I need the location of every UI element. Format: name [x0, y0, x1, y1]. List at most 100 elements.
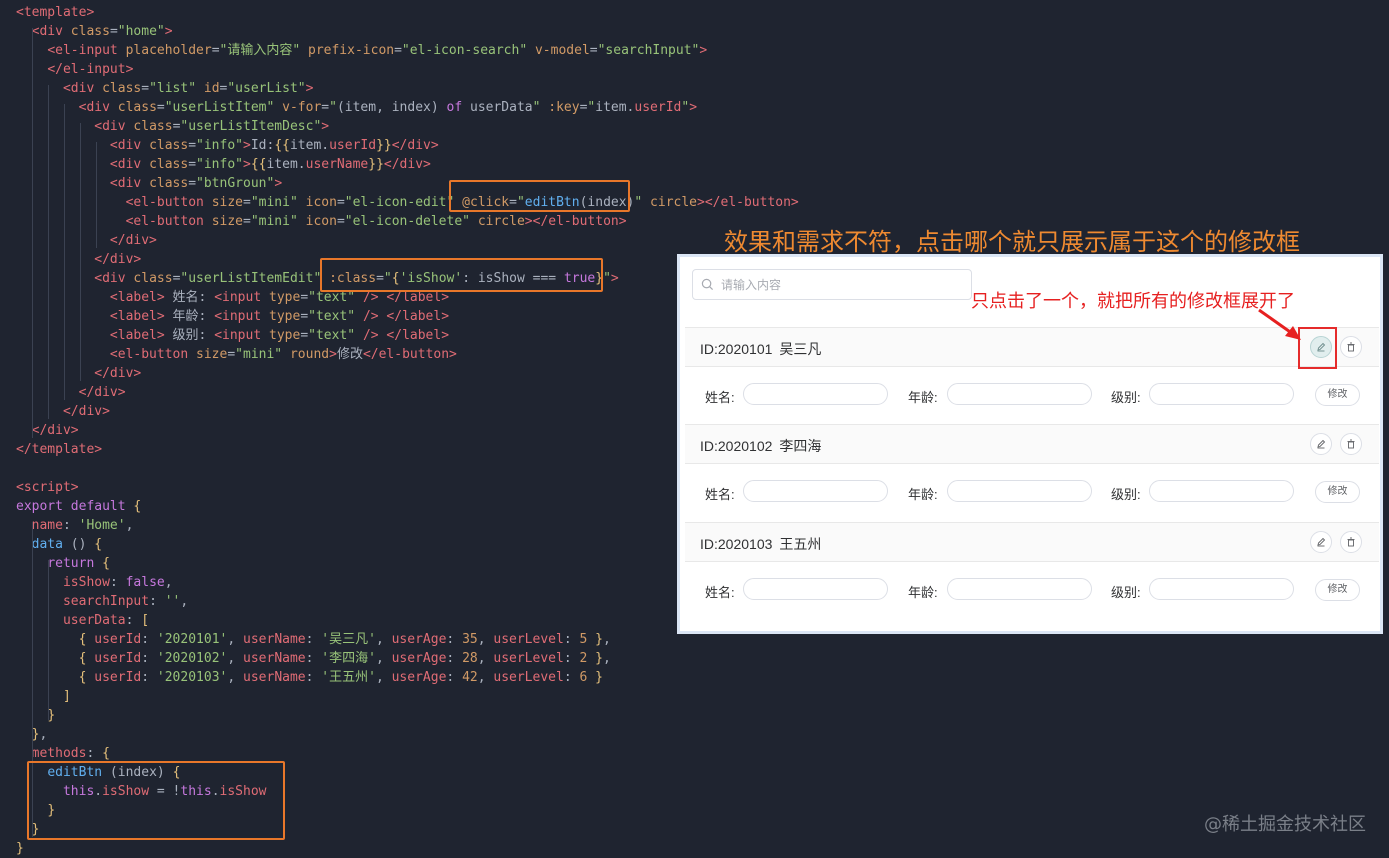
delete-button[interactable] [1340, 433, 1362, 455]
name-input[interactable] [743, 480, 888, 502]
code-token: round [289, 347, 330, 362]
code-token: : [86, 746, 103, 761]
code-token: <el-button [125, 214, 204, 229]
age-input[interactable] [947, 578, 1092, 600]
search-input[interactable] [721, 274, 961, 295]
code-token: class [117, 100, 157, 115]
level-input[interactable] [1149, 383, 1294, 405]
age-label: 年龄: [908, 585, 938, 600]
code-token: <div [62, 81, 95, 96]
code-token: class [102, 81, 142, 96]
code-token: (item, index) [336, 100, 447, 115]
code-token: userAge [391, 632, 447, 647]
code-line: <div class="list" id="userList"> [16, 79, 314, 98]
code-line: <el-button size="mini" icon="el-icon-edi… [16, 193, 799, 212]
code-line: </div> [16, 250, 141, 269]
code-line: { userId: '2020101', userName: '吴三凡', us… [16, 630, 611, 649]
code-token: size [196, 347, 228, 362]
code-line: </div> [16, 421, 79, 440]
code-token: () [62, 537, 95, 552]
modify-button[interactable]: 修改 [1315, 384, 1360, 406]
search-box[interactable] [692, 269, 972, 300]
code-token: </template> [16, 442, 103, 457]
code-token: > [305, 81, 314, 96]
code-token: <el-button [125, 195, 204, 210]
code-token: "mini" [250, 195, 298, 210]
code-token: = [321, 100, 330, 115]
age-input[interactable] [947, 383, 1092, 405]
age-input[interactable] [947, 480, 1092, 502]
code-line: </template> [16, 440, 102, 459]
code-token: prefix-icon [308, 43, 395, 58]
click-handler-highlight [449, 180, 630, 212]
trash-icon [1347, 439, 1355, 449]
code-token: <div [94, 271, 126, 286]
code-token: '吴三凡' [321, 632, 376, 647]
code-token: = [188, 157, 197, 172]
code-token: } [16, 841, 24, 856]
code-line: </div> [16, 231, 157, 250]
code-token: "info" [196, 138, 243, 153]
code-token: <el-input [47, 43, 118, 58]
edit-icon [1317, 439, 1326, 449]
code-token: userData [62, 613, 126, 628]
code-line: <div class="home"> [16, 22, 173, 41]
edit-row: 姓名: 年龄: 级别: 修改 [685, 562, 1379, 618]
code-token: 级别: [164, 328, 215, 343]
code-token: </div> [383, 157, 431, 172]
delete-button[interactable] [1340, 531, 1362, 553]
code-token: </label> [386, 309, 450, 324]
code-token: > [697, 195, 705, 210]
code-token: [ [141, 613, 150, 628]
code-token: </div> [94, 366, 142, 381]
code-token: '' [164, 594, 181, 609]
modify-button[interactable]: 修改 [1315, 579, 1360, 601]
code-token: : [446, 632, 463, 647]
code-token: > [243, 157, 251, 172]
code-token: = [156, 100, 165, 115]
code-token: icon [305, 195, 337, 210]
name-input[interactable] [743, 578, 888, 600]
code-token: <div [31, 24, 63, 39]
code-token: : [109, 575, 126, 590]
name-input[interactable] [743, 383, 888, 405]
code-token: , [227, 670, 244, 685]
code-token: = [300, 328, 309, 343]
code-token: :key [548, 100, 580, 115]
code-token: <div [109, 138, 142, 153]
code-line: <template> [16, 3, 94, 22]
modify-button[interactable]: 修改 [1315, 481, 1360, 503]
edit-button[interactable] [1310, 433, 1332, 455]
code-line: <div class="info">{{item.userName}}</div… [16, 155, 431, 174]
code-token: > [274, 176, 283, 191]
code-token: </div> [62, 404, 110, 419]
code-token: = [109, 24, 118, 39]
delete-button[interactable] [1340, 336, 1362, 358]
level-input[interactable] [1149, 578, 1294, 600]
code-token: = [141, 81, 150, 96]
code-token: </el-button> [362, 347, 457, 362]
code-token: {{ [274, 138, 290, 153]
code-line: <script> [16, 478, 79, 497]
code-token: <label> [109, 290, 165, 305]
code-token: class [70, 24, 110, 39]
code-token: { [102, 556, 110, 571]
user-id: ID:2020101 [700, 341, 773, 357]
level-input[interactable] [1149, 480, 1294, 502]
code-token: </div> [94, 252, 142, 267]
code-token: <div [109, 176, 142, 191]
code-token: <input [214, 309, 262, 324]
edit-button[interactable] [1310, 531, 1332, 553]
code-line: } [16, 706, 55, 725]
code-token: = [211, 43, 220, 58]
user-row: ID:2020102 李四海 [685, 424, 1379, 464]
